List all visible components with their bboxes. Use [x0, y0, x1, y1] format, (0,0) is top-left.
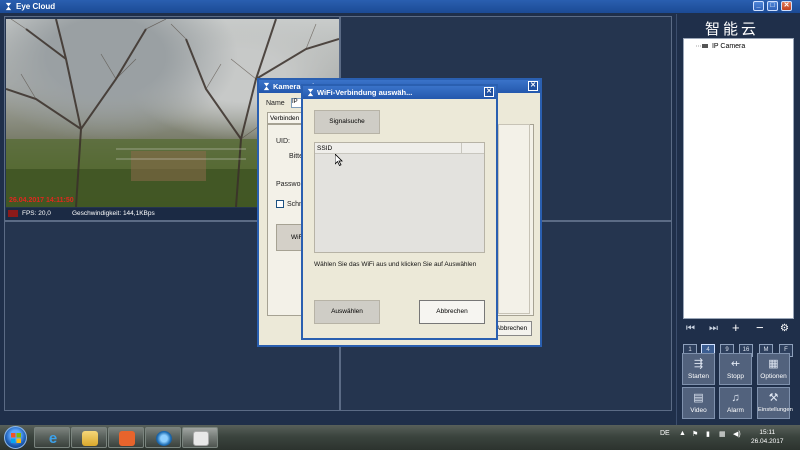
signal-search-button[interactable]: Signalsuche	[314, 110, 380, 134]
battery-icon[interactable]: ▮	[706, 430, 710, 438]
wifi-dialog-app-icon	[307, 88, 314, 97]
alarm-icon: ♫	[731, 392, 740, 404]
language-indicator[interactable]: DE	[660, 430, 670, 437]
brand-logo: 智能云	[705, 20, 760, 38]
taskbar-internet-explorer[interactable]: e	[34, 427, 70, 448]
wifi-cancel-button[interactable]: Abbrechen	[419, 300, 485, 324]
window-title: Eye Cloud	[16, 2, 56, 11]
eye-cloud-icon	[193, 431, 209, 446]
taskbar-clock[interactable]: 15:11 26.04.2017	[751, 428, 784, 446]
wifi-hint-text: Wählen Sie das WiFi aus und klicken Sie …	[314, 261, 477, 268]
wifi-dialog-title: WiFi-Verbindung auswäh...	[317, 88, 413, 97]
next-device-icon[interactable]: ⏭	[709, 323, 718, 334]
select-wifi-button[interactable]: Auswählen	[314, 300, 380, 324]
options-side-panel	[498, 124, 530, 314]
prev-device-icon[interactable]: ⏮	[686, 323, 695, 334]
option-checkbox[interactable]	[276, 200, 284, 208]
app-logo-icon	[5, 2, 12, 11]
taskbar-file-explorer[interactable]	[71, 427, 107, 448]
add-device-button[interactable]: +	[732, 320, 740, 335]
device-tree[interactable]: IP Camera	[683, 38, 794, 319]
close-button[interactable]: ✕	[781, 1, 792, 11]
mouse-cursor-icon	[335, 154, 343, 166]
tree-item-ip-camera[interactable]: IP Camera	[696, 43, 745, 50]
volume-icon[interactable]: ◀)	[733, 430, 741, 438]
settings-button[interactable]: ⚒ Einstellungen	[757, 387, 793, 419]
camera-tree-icon	[696, 44, 708, 49]
device-settings-icon[interactable]: ⚙	[780, 323, 789, 334]
tray-expand-icon[interactable]: ▲	[679, 430, 686, 437]
wifi-dialog-titlebar: WiFi-Verbindung auswäh... ✕	[303, 86, 496, 99]
ssid-list-header: SSID	[315, 143, 484, 154]
start-icon: ⇶	[693, 358, 704, 370]
app-titlebar: Eye Cloud _ □ ✕	[0, 0, 800, 13]
camera-timestamp: 26.04.2017 14:11:50	[9, 197, 74, 204]
fps-label: FPS: 20,0	[22, 210, 51, 217]
camera-options-close-button[interactable]: ✕	[528, 81, 538, 91]
wifi-dialog-close-button[interactable]: ✕	[484, 87, 494, 97]
clock-time: 15:11	[759, 429, 776, 436]
clock-date: 26.04.2017	[751, 438, 784, 445]
alarm-button[interactable]: ♫ Alarm	[719, 387, 752, 419]
record-indicator-icon	[8, 210, 18, 217]
taskbar-media-player[interactable]	[145, 427, 181, 448]
video-button[interactable]: ▤ Video	[682, 387, 715, 419]
stop-icon: ⇷	[730, 358, 741, 370]
wifi-settings-button[interactable]: WiF	[276, 224, 303, 251]
taskbar: e DE ▲ ⚑ ▮ ▦ ◀) 15:11 26.04.2017	[0, 425, 800, 450]
settings-label: Einstellungen	[758, 407, 793, 413]
video-label: Video	[690, 407, 707, 414]
speed-label: Geschwindigkeit: 144,1KBps	[72, 210, 155, 217]
taskbar-media-app[interactable]	[108, 427, 144, 448]
stop-button[interactable]: ⇷ Stopp	[719, 353, 752, 385]
taskbar-eye-cloud[interactable]	[182, 427, 218, 448]
uid-label: UID:	[276, 138, 290, 145]
network-icon[interactable]: ▦	[719, 430, 726, 438]
action-center-icon[interactable]: ⚑	[692, 430, 698, 438]
options-button[interactable]: ▦ Optionen	[757, 353, 790, 385]
start-label: Starten	[688, 373, 709, 380]
internet-explorer-icon: e	[48, 430, 58, 447]
dialog-app-icon	[263, 82, 270, 91]
video-icon: ▤	[693, 392, 704, 404]
options-icon: ▦	[768, 358, 779, 370]
stop-label: Stopp	[727, 373, 744, 380]
settings-icon: ⚒	[768, 392, 779, 404]
tab-verbinden[interactable]: Verbinden	[267, 112, 303, 124]
tree-item-label: IP Camera	[711, 43, 746, 50]
column-divider	[461, 143, 462, 154]
right-panel: 智能云 IP Camera ⏮ ⏭ + − ⚙ 1 4 9 16 M F ⇶ S…	[676, 14, 800, 425]
windows-logo-icon	[11, 433, 21, 443]
name-label: Name	[266, 100, 285, 107]
media-app-icon	[119, 431, 135, 446]
ssid-column-header[interactable]: SSID	[317, 145, 332, 152]
media-player-icon	[156, 431, 172, 446]
options-label: Optionen	[760, 373, 787, 380]
alarm-label: Alarm	[727, 407, 744, 414]
maximize-button[interactable]: □	[767, 1, 778, 11]
start-button[interactable]: ⇶ Starten	[682, 353, 715, 385]
minimize-button[interactable]: _	[753, 1, 764, 11]
remove-device-button[interactable]: −	[756, 320, 764, 335]
password-label: Passwor	[276, 181, 303, 188]
start-button[interactable]	[4, 426, 27, 449]
file-explorer-icon	[82, 431, 98, 446]
